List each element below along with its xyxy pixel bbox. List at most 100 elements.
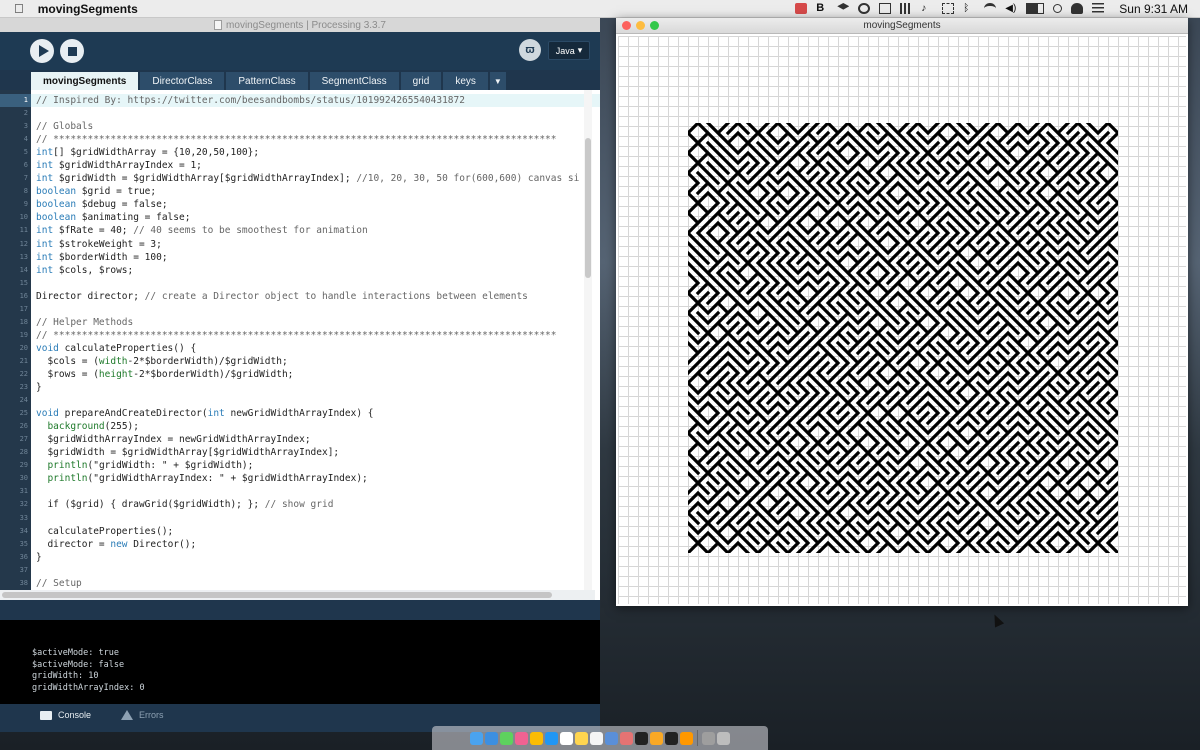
reminders-icon[interactable] (590, 731, 603, 745)
tab-directorclass[interactable]: DirectorClass (140, 72, 225, 90)
sketch-window-title: movingSegments (863, 20, 941, 31)
code-line[interactable]: int $fRate = 40; // 40 seems to be smoot… (31, 224, 600, 237)
tab-patternclass[interactable]: PatternClass (226, 72, 308, 90)
appstore-icon[interactable] (545, 731, 558, 745)
app-menu-name[interactable]: movingSegments (38, 2, 138, 16)
code-line[interactable]: int $gridWidthArrayIndex = 1; (31, 159, 600, 172)
code-line[interactable]: void prepareAndCreateDirector(int newGri… (31, 407, 600, 420)
apple-menu-icon[interactable]:  (14, 1, 24, 16)
code-line[interactable]: $gridWidth = $gridWidthArray[$gridWidthA… (31, 446, 600, 459)
code-line[interactable] (31, 303, 600, 316)
code-editor[interactable]: 1 2 3 4 5 6 7 8 9 10 11 12 13 14 15 16 17 18 19 20 21 22 23 24 2… (0, 90, 600, 600)
music-icon[interactable]: ♪ (921, 3, 933, 14)
monitor-icon[interactable] (879, 3, 892, 14)
code-line[interactable]: // Helper Methods (31, 316, 600, 329)
bluetooth-icon[interactable]: ᛒ (963, 3, 975, 14)
vertical-scroll-thumb[interactable] (585, 138, 591, 278)
tab-menu-button[interactable]: ▼ (489, 72, 506, 90)
line-number: 7 (23, 174, 28, 183)
code-line[interactable]: boolean $animating = false; (31, 211, 600, 224)
battery-icon[interactable] (1026, 3, 1045, 14)
grid-icon[interactable] (900, 3, 913, 14)
debugger-button[interactable]: ϖ (519, 39, 541, 61)
code-line[interactable] (31, 564, 600, 577)
folder-icon[interactable] (702, 731, 715, 745)
tab-segmentclass[interactable]: SegmentClass (309, 72, 399, 90)
screenshot-icon[interactable] (942, 3, 955, 14)
code-line[interactable]: if ($grid) { drawGrid($gridWidth); }; //… (31, 498, 600, 511)
quicktime-icon[interactable] (665, 731, 678, 745)
code-line[interactable]: println("gridWidthArrayIndex: " + $gridW… (31, 472, 600, 485)
mode-selector[interactable]: Java ▾ (548, 41, 590, 60)
calendar-icon[interactable] (560, 731, 573, 745)
finder-icon[interactable] (470, 731, 483, 745)
stop-button[interactable] (60, 39, 84, 63)
code-line[interactable]: } (31, 381, 600, 394)
sync-icon[interactable] (858, 3, 871, 14)
processing-icon[interactable] (635, 731, 648, 745)
code-line[interactable]: Director director; // create a Director … (31, 290, 600, 303)
code-line[interactable]: // Inspired By: https://twitter.com/bees… (31, 94, 600, 108)
pdf-icon[interactable] (795, 3, 808, 14)
errors-tab[interactable]: Errors (121, 710, 164, 720)
console-tab[interactable]: Console (40, 710, 91, 720)
menu-clock[interactable]: Sun 9:31 AM (1119, 2, 1188, 16)
code-line[interactable]: // Setup (31, 577, 600, 590)
volume-icon[interactable]: ◀) (1005, 3, 1017, 14)
run-button[interactable] (30, 39, 54, 63)
code-line[interactable] (31, 394, 600, 407)
code-area[interactable]: // Inspired By: https://twitter.com/bees… (31, 90, 600, 600)
code-line[interactable]: // *************************************… (31, 133, 600, 146)
code-line[interactable]: boolean $grid = true; (31, 185, 600, 198)
safari-icon[interactable] (485, 731, 498, 745)
code-line[interactable]: director = new Director(); (31, 538, 600, 551)
tab-grid[interactable]: grid (400, 72, 442, 90)
xcode-icon[interactable] (605, 731, 618, 745)
sketch-canvas[interactable] (618, 36, 1186, 604)
code-line[interactable]: $cols = (width-2*$borderWidth)/$gridWidt… (31, 355, 600, 368)
user-icon[interactable] (1071, 3, 1084, 14)
code-line[interactable] (31, 485, 600, 498)
itunes-icon[interactable] (515, 731, 528, 745)
photos-icon[interactable] (620, 731, 633, 745)
code-line[interactable]: background(255); (31, 420, 600, 433)
code-line[interactable]: int $strokeWeight = 3; (31, 238, 600, 251)
code-line[interactable]: void calculateProperties() { (31, 342, 600, 355)
code-line[interactable] (31, 512, 600, 525)
tab-movingsegments[interactable]: movingSegments (31, 72, 139, 90)
code-line[interactable] (31, 107, 600, 120)
code-line[interactable]: $gridWidthArrayIndex = newGridWidthArray… (31, 433, 600, 446)
code-line[interactable]: int $cols, $rows; (31, 264, 600, 277)
line-number: 19 (19, 330, 28, 339)
code-line[interactable]: calculateProperties(); (31, 525, 600, 538)
code-line[interactable] (31, 277, 600, 290)
line-number: 8 (23, 187, 28, 196)
messages-icon[interactable] (500, 731, 513, 745)
code-line[interactable]: $rows = (height-2*$borderWidth)/$gridWid… (31, 368, 600, 381)
dropbox-icon[interactable] (837, 3, 850, 10)
list-icon[interactable] (1092, 3, 1105, 14)
editor-console-divider[interactable] (0, 600, 600, 620)
horizontal-scrollbar[interactable] (0, 590, 595, 600)
horizontal-scroll-thumb[interactable] (2, 592, 552, 598)
wifi-icon[interactable] (984, 3, 997, 14)
chrome-icon[interactable] (530, 731, 543, 745)
sketch-icon[interactable] (650, 731, 663, 745)
trash-icon[interactable] (717, 731, 730, 745)
line-number: 14 (19, 265, 28, 274)
code-line[interactable]: int $borderWidth = 100; (31, 251, 600, 264)
line-number: 24 (19, 396, 28, 405)
code-line[interactable]: } (31, 551, 600, 564)
search-icon[interactable] (1053, 4, 1063, 13)
code-line[interactable]: // *************************************… (31, 329, 600, 342)
code-line[interactable]: int $gridWidth = $gridWidthArray[$gridWi… (31, 172, 600, 185)
code-line[interactable]: println("gridWidth: " + $gridWidth); (31, 459, 600, 472)
bold-b-icon[interactable]: B (816, 3, 828, 14)
code-line[interactable]: // Globals (31, 120, 600, 133)
code-line[interactable]: int[] $gridWidthArray = {10,20,50,100}; (31, 146, 600, 159)
tab-keys[interactable]: keys (443, 72, 488, 90)
vertical-scrollbar[interactable] (584, 90, 592, 590)
firefox-icon[interactable] (680, 731, 693, 745)
code-line[interactable]: boolean $debug = false; (31, 198, 600, 211)
notes-icon[interactable] (575, 731, 588, 745)
